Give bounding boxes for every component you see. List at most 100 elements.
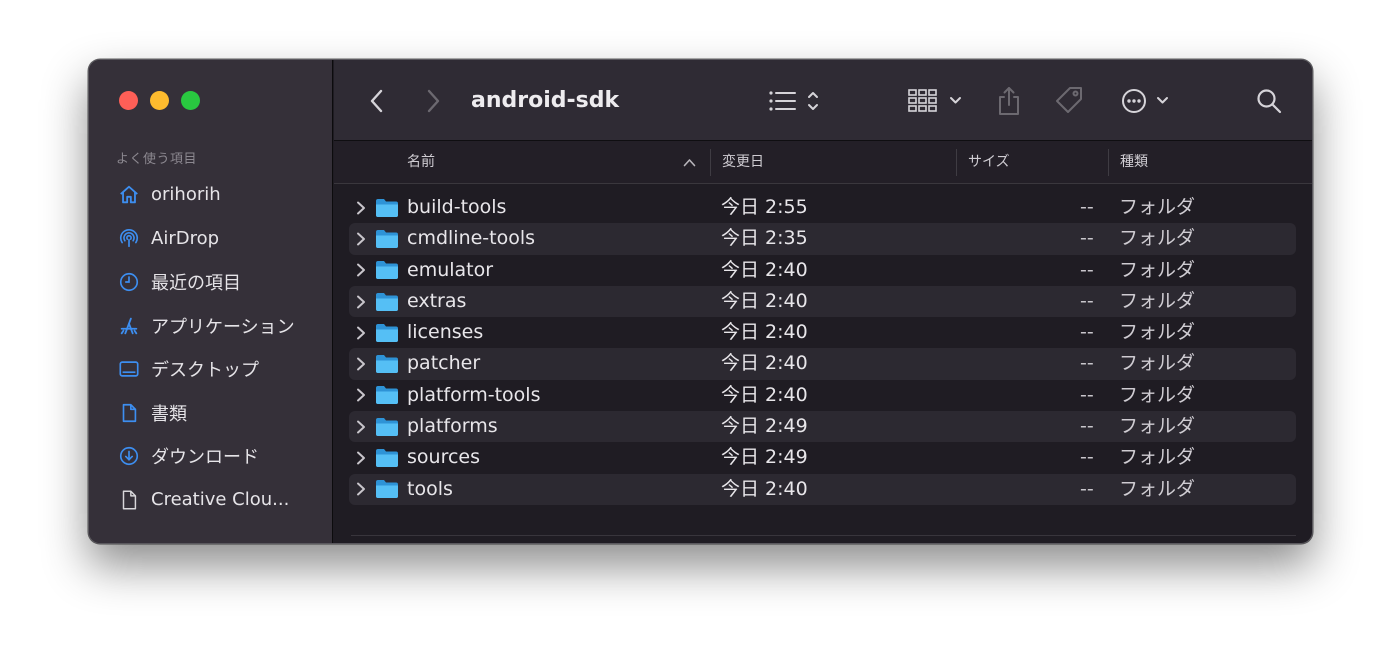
disclosure-chevron-icon[interactable] xyxy=(355,286,369,317)
search-icon xyxy=(1257,88,1282,113)
minimize-button[interactable] xyxy=(150,91,169,110)
document-icon xyxy=(117,401,141,425)
folder-icon xyxy=(375,474,399,505)
sidebar-item-downloads[interactable]: ダウンロード xyxy=(89,435,332,479)
folder-icon xyxy=(375,286,399,317)
column-separator[interactable] xyxy=(710,149,711,176)
file-size: -- xyxy=(1080,258,1094,281)
file-name: extras xyxy=(407,289,467,312)
sort-ascending-icon xyxy=(683,159,696,167)
file-size: -- xyxy=(1080,415,1094,438)
forward-button[interactable] xyxy=(418,60,448,141)
file-name: emulator xyxy=(407,258,494,281)
disclosure-chevron-icon[interactable] xyxy=(355,223,369,254)
action-menu-button[interactable] xyxy=(1120,60,1176,141)
sidebar-item-documents[interactable]: 書類 xyxy=(89,391,332,435)
sidebar-item-label: 書類 xyxy=(151,403,187,425)
disclosure-chevron-icon[interactable] xyxy=(355,442,369,473)
sidebar-item-desktop[interactable]: デスクトップ xyxy=(89,347,332,391)
disclosure-chevron-icon[interactable] xyxy=(355,192,369,223)
column-header-kind[interactable]: 種類 xyxy=(1120,141,1148,184)
search-button[interactable] xyxy=(1252,60,1286,141)
file-kind: フォルダ xyxy=(1119,227,1196,250)
sidebar-item-label: AirDrop xyxy=(151,227,220,249)
file-size: -- xyxy=(1080,196,1094,218)
group-button[interactable] xyxy=(906,60,966,141)
file-size: -- xyxy=(1080,227,1094,250)
folder-icon xyxy=(375,317,399,348)
table-row[interactable]: tools 今日 2:40 -- フォルダ xyxy=(349,473,1296,505)
file-name: tools xyxy=(407,477,453,500)
folder-icon xyxy=(375,255,399,286)
sidebar-item-label: orihorih xyxy=(151,184,221,206)
share-button[interactable] xyxy=(994,60,1024,141)
column-separator[interactable] xyxy=(956,149,957,176)
desktop-icon xyxy=(117,357,141,381)
disclosure-chevron-icon[interactable] xyxy=(355,411,369,442)
file-name: cmdline-tools xyxy=(407,227,536,250)
file-size: -- xyxy=(1080,477,1094,500)
window-title: android-sdk xyxy=(471,88,620,113)
file-date: 今日 2:40 xyxy=(721,321,808,344)
file-size: -- xyxy=(1080,321,1094,344)
folder-icon xyxy=(375,348,399,379)
file-list: build-tools 今日 2:55 -- フォルダ cmdline-tool… xyxy=(349,192,1296,505)
table-row[interactable]: build-tools 今日 2:55 -- フォルダ xyxy=(349,192,1296,223)
file-name: patcher xyxy=(407,352,481,375)
file-date: 今日 2:55 xyxy=(721,196,808,218)
toolbar: android-sdk xyxy=(334,60,1312,141)
disclosure-chevron-icon[interactable] xyxy=(355,474,369,505)
file-kind: フォルダ xyxy=(1119,258,1196,281)
table-row[interactable]: platform-tools 今日 2:40 -- フォルダ xyxy=(349,380,1296,411)
home-icon xyxy=(117,183,141,207)
disclosure-chevron-icon[interactable] xyxy=(355,348,369,379)
close-button[interactable] xyxy=(119,91,138,110)
folder-icon xyxy=(375,442,399,473)
column-header-size[interactable]: サイズ xyxy=(968,141,1010,184)
table-row[interactable]: cmdline-tools 今日 2:35 -- フォルダ xyxy=(349,223,1296,255)
disclosure-chevron-icon[interactable] xyxy=(355,255,369,286)
sidebar-item-airdrop[interactable]: AirDrop xyxy=(89,217,332,261)
table-row[interactable]: sources 今日 2:49 -- フォルダ xyxy=(349,442,1296,473)
sidebar-item-home[interactable]: orihorih xyxy=(89,173,332,217)
file-icon xyxy=(117,488,141,512)
more-icon xyxy=(1122,88,1168,113)
file-date: 今日 2:49 xyxy=(721,415,808,438)
horizontal-scrollbar[interactable] xyxy=(351,535,1296,543)
zoom-button[interactable] xyxy=(181,91,200,110)
folder-icon xyxy=(375,380,399,411)
file-date: 今日 2:35 xyxy=(721,227,808,250)
column-header-name[interactable]: 名前 xyxy=(407,141,697,184)
sidebar-item-recents[interactable]: 最近の項目 xyxy=(89,260,332,304)
file-kind: フォルダ xyxy=(1119,289,1196,312)
table-row[interactable]: emulator 今日 2:40 -- フォルダ xyxy=(349,255,1296,286)
table-row[interactable]: extras 今日 2:40 -- フォルダ xyxy=(349,285,1296,318)
table-row[interactable]: licenses 今日 2:40 -- フォルダ xyxy=(349,317,1296,348)
disclosure-chevron-icon[interactable] xyxy=(355,380,369,411)
folder-icon xyxy=(375,223,399,254)
file-date: 今日 2:40 xyxy=(721,352,808,375)
column-header-date[interactable]: 変更日 xyxy=(722,141,764,184)
back-button[interactable] xyxy=(362,60,392,141)
column-separator[interactable] xyxy=(1108,149,1109,176)
file-size: -- xyxy=(1080,289,1094,312)
disclosure-chevron-icon[interactable] xyxy=(355,317,369,348)
sidebar-item-label: ダウンロード xyxy=(151,447,259,469)
column-header-name-label: 名前 xyxy=(407,154,435,170)
list-view-icon xyxy=(769,90,818,111)
sidebar-item-applications[interactable]: アプリケーション xyxy=(89,304,332,348)
column-header-bar: 名前 変更日 サイズ 種類 xyxy=(334,141,1312,184)
sidebar-item-creative-cloud[interactable]: Creative Clou... xyxy=(89,478,332,522)
tag-icon xyxy=(1056,86,1082,113)
sidebar-section-favorites: よく使う項目 xyxy=(116,152,198,167)
file-name: build-tools xyxy=(407,196,507,218)
list-view-button[interactable] xyxy=(766,60,828,141)
file-date: 今日 2:49 xyxy=(721,446,808,469)
table-row[interactable]: patcher 今日 2:40 -- フォルダ xyxy=(349,348,1296,380)
sidebar-item-label: 最近の項目 xyxy=(151,272,241,294)
table-row[interactable]: platforms 今日 2:49 -- フォルダ xyxy=(349,411,1296,443)
file-size: -- xyxy=(1080,352,1094,375)
tag-button[interactable] xyxy=(1052,60,1086,141)
folder-icon xyxy=(375,192,399,223)
finder-window: よく使う項目 orihorih AirDrop 最近の項目 アプリケーション デ… xyxy=(88,59,1313,544)
